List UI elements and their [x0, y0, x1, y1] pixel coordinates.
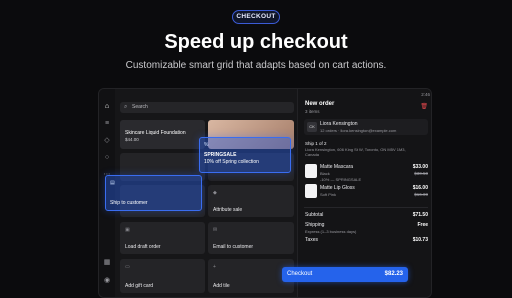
product-price: $44.00	[125, 137, 139, 142]
add-gift-card-label: Add gift card	[125, 283, 154, 289]
item-orig-price: $16.00	[414, 192, 428, 197]
item-variant: Black	[320, 171, 330, 176]
customer-name: Liora Kensington	[320, 121, 358, 127]
email-to-customer-tile[interactable]: ✉ Email to customer	[208, 222, 294, 254]
item-thumbnail	[305, 184, 317, 198]
shield-icon[interactable]: ◇	[103, 137, 111, 145]
item-orig-price: $30.50	[414, 171, 428, 176]
product-title: Skincare Liquid Foundation	[125, 130, 186, 136]
mail-icon: ✉	[213, 227, 218, 233]
item-name: Matte Lip Gloss	[320, 185, 355, 191]
ship-address: Liora Kensington, 606 King St W, Toronto…	[305, 147, 406, 157]
customer-card[interactable]: CK Liora Kensington 12 orders · liora.ke…	[304, 119, 428, 135]
item-variant: Soft Pink	[320, 192, 337, 197]
discount-title: SPRINGSALE	[204, 152, 237, 158]
ship-to-customer-tile-dragging[interactable]: ▤ Ship to customer	[105, 175, 202, 211]
item-promo: -10% — SPRINGSALE	[320, 177, 362, 182]
shipping-detail: Express (1–3 business days)	[305, 229, 357, 234]
ship-label: Ship 1 of 2	[305, 141, 327, 146]
load-draft-order-label: Load draft order	[125, 244, 161, 250]
email-to-customer-label: Email to customer	[213, 244, 254, 250]
checkout-label: Checkout	[287, 271, 313, 277]
load-draft-order-tile[interactable]: ▣ Load draft order	[120, 222, 205, 254]
page-title: Speed up checkout	[164, 31, 348, 53]
status-time: 2:46	[421, 92, 430, 97]
tag-icon: ◆	[213, 190, 217, 196]
page-subtitle: Customizable smart grid that adapts base…	[125, 60, 387, 71]
subtotal-label: Subtotal	[305, 212, 324, 218]
discount-tile-dragging[interactable]: % SPRINGSALE 10% off Spring collection	[199, 137, 291, 173]
item-price: $16.00	[412, 185, 428, 191]
shipping-value: Free	[417, 222, 428, 228]
item-thumbnail	[305, 164, 317, 178]
user-icon[interactable]: ○	[103, 154, 111, 162]
checkout-badge: CHECKOUT	[232, 10, 280, 24]
orders-icon[interactable]: ≡	[103, 120, 111, 128]
pos-device: ⌂ ≡ ◇ ○ ⋯ ▦ ◉ ⌕ Search Skincare Liquid F…	[98, 88, 432, 298]
plus-icon: +	[213, 264, 216, 270]
item-name: Matte Mascara	[320, 164, 354, 170]
item-price: $33.00	[412, 164, 428, 170]
customer-detail: 12 orders · liora.kensington@example.com	[320, 128, 397, 133]
divider	[304, 207, 428, 208]
attribute-sale-tile[interactable]: ◆ Attribute sale	[208, 185, 294, 217]
ship-to-customer-label: Ship to customer	[110, 200, 148, 206]
gift-card-icon: ▭	[125, 264, 130, 270]
attribute-sale-label: Attribute sale	[213, 207, 243, 213]
search-icon: ⌕	[124, 104, 128, 110]
discount-icon: %	[204, 142, 209, 148]
draft-icon: ▣	[125, 227, 130, 233]
order-title: New order	[305, 101, 335, 107]
truck-icon: ▤	[110, 180, 115, 186]
avatar: CK	[307, 122, 317, 132]
signal-icon[interactable]: ◉	[103, 277, 111, 285]
checkout-button[interactable]: Checkout $82.23	[282, 267, 408, 282]
add-tile-label: Add tile	[213, 283, 230, 289]
subtotal-value: $71.50	[412, 212, 428, 218]
search-input[interactable]: Search	[132, 102, 148, 113]
taxes-label: Taxes	[305, 237, 319, 243]
discount-desc: 10% off Spring collection	[204, 159, 259, 165]
home-icon[interactable]: ⌂	[103, 103, 111, 111]
search-bar[interactable]: ⌕ Search	[120, 102, 294, 113]
order-item-count: 3 items	[305, 109, 320, 114]
taxes-value: $10.73	[412, 237, 428, 243]
product-tile[interactable]: Skincare Liquid Foundation $44.00	[120, 120, 205, 149]
shipping-label: Shipping	[305, 222, 325, 228]
menu-icon[interactable]: ▦	[103, 259, 111, 267]
checkout-total: $82.23	[384, 271, 403, 277]
trash-icon[interactable]: 🗑	[420, 103, 428, 110]
